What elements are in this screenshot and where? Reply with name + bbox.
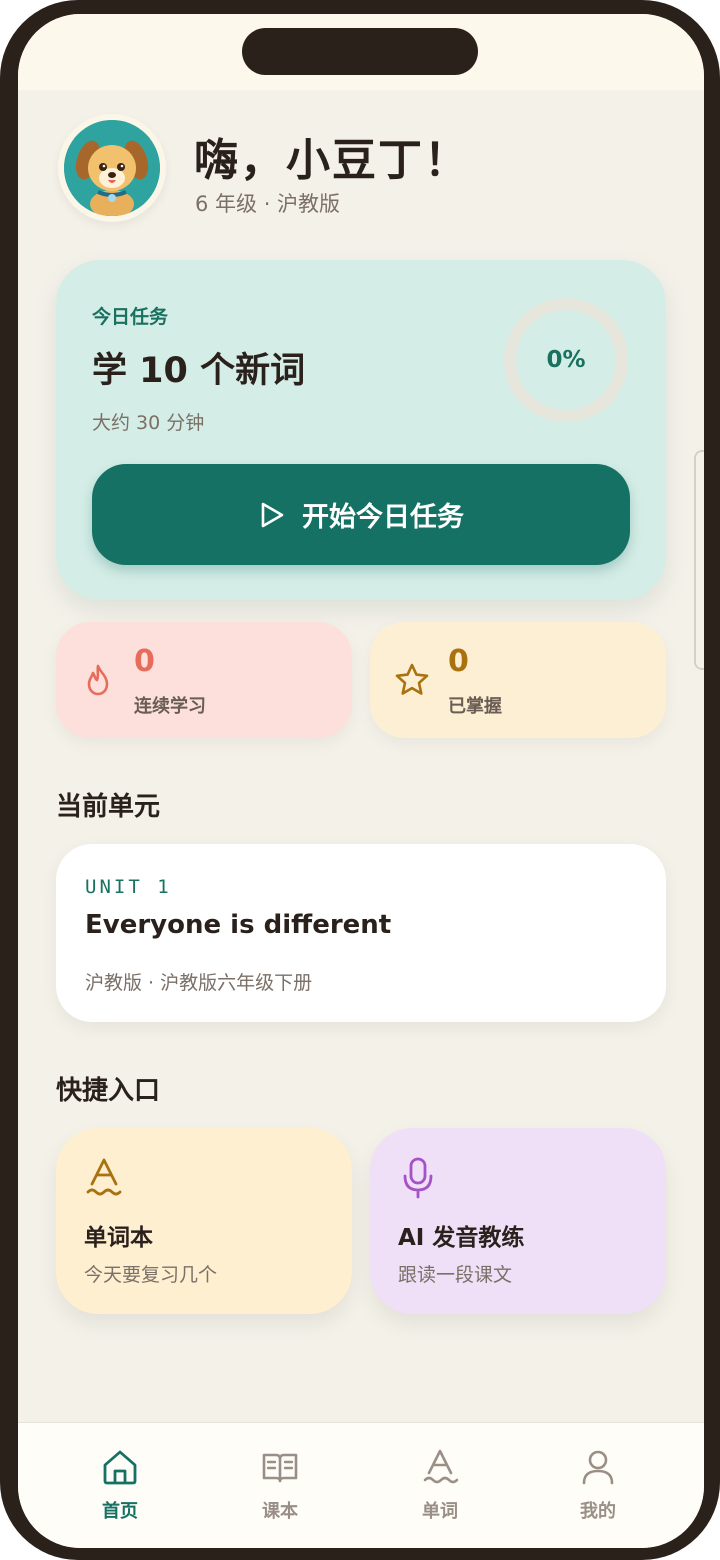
unit-title: Everyone is different (85, 910, 392, 940)
tab-label: 单词 (422, 1501, 458, 1522)
greeting-title: 嗨，小豆丁！ (194, 135, 470, 186)
streak-stat-card[interactable]: 0 连续学习 (56, 622, 352, 738)
tab-textbook[interactable]: 课本 (220, 1447, 340, 1531)
task-duration: 大约 30 分钟 (92, 412, 205, 434)
word-book-card[interactable]: 单词本 今天要复习几个 (56, 1128, 352, 1314)
star-icon (395, 663, 429, 695)
bottom-tab-bar: 首页 课本 单词 我的 (18, 1422, 704, 1548)
tab-profile[interactable]: 我的 (538, 1447, 658, 1531)
tab-words[interactable]: 单词 (380, 1447, 500, 1531)
mastered-value: 0 (448, 644, 469, 679)
microphone-icon (403, 1157, 433, 1199)
scroll-indicator[interactable] (694, 450, 704, 670)
grade-subtitle: 6 年级 · 沪教版 (195, 192, 341, 216)
flame-icon (87, 664, 109, 696)
letter-a-icon (423, 1449, 459, 1484)
ai-pronunciation-title: AI 发音教练 (398, 1225, 525, 1251)
current-unit-heading: 当前单元 (56, 792, 161, 822)
puppy-avatar-icon (64, 120, 160, 216)
app-screen: 嗨，小豆丁！ 6 年级 · 沪教版 今日任务 学 10 个新词 大约 30 分钟… (18, 14, 704, 1548)
unit-tag: UNIT 1 (85, 876, 172, 898)
streak-value: 0 (134, 644, 155, 679)
book-icon (262, 1453, 298, 1483)
ai-pronunciation-card[interactable]: AI 发音教练 跟读一段课文 (370, 1128, 666, 1314)
streak-label: 连续学习 (134, 696, 206, 717)
start-task-button[interactable]: 开始今日任务 (92, 464, 630, 565)
unit-subtitle: 沪教版 · 沪教版六年级下册 (85, 972, 313, 994)
tab-label: 首页 (102, 1501, 138, 1522)
today-task-card: 今日任务 学 10 个新词 大约 30 分钟 0% 开始今日任务 (56, 260, 666, 600)
task-label: 今日任务 (92, 306, 169, 328)
word-book-title: 单词本 (84, 1225, 153, 1251)
mastered-label: 已掌握 (448, 696, 502, 717)
play-icon (261, 502, 284, 527)
tab-label: 我的 (580, 1501, 616, 1522)
letter-a-icon (86, 1158, 122, 1196)
status-bar (18, 14, 704, 90)
dynamic-island (242, 28, 478, 75)
word-book-subtitle: 今天要复习几个 (84, 1264, 218, 1286)
mastered-stat-card[interactable]: 0 已掌握 (370, 622, 666, 738)
ai-pronunciation-subtitle: 跟读一段课文 (398, 1264, 513, 1286)
progress-percent: 0% (546, 347, 586, 373)
avatar[interactable] (58, 114, 166, 222)
task-title: 学 10 个新词 (92, 351, 306, 391)
current-unit-card[interactable]: UNIT 1 Everyone is different 沪教版 · 沪教版六年… (56, 844, 666, 1022)
start-task-label: 开始今日任务 (302, 502, 464, 533)
phone-frame: 嗨，小豆丁！ 6 年级 · 沪教版 今日任务 学 10 个新词 大约 30 分钟… (0, 0, 720, 1560)
home-icon (103, 1450, 137, 1485)
user-icon (582, 1450, 614, 1485)
tab-home[interactable]: 首页 (60, 1447, 180, 1531)
quick-entry-heading: 快捷入口 (56, 1076, 161, 1106)
tab-label: 课本 (262, 1501, 298, 1522)
